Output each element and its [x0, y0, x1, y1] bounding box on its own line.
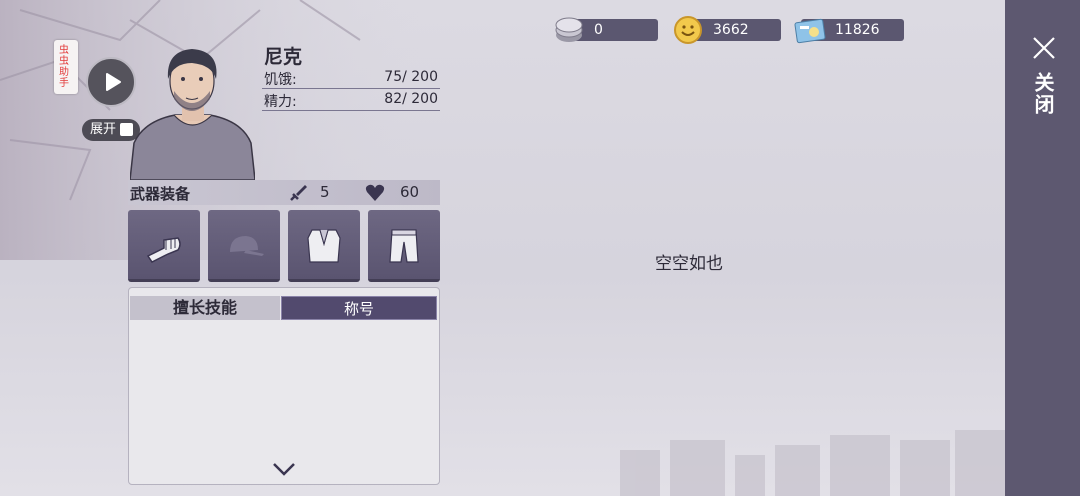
play-button[interactable] — [86, 57, 136, 107]
energy-stat: 精力: 82/ 200 — [262, 90, 440, 111]
health-value: 60 — [400, 183, 420, 201]
body-slot[interactable] — [288, 210, 360, 282]
ticket-value: 11826 — [835, 22, 880, 38]
ticket-icon — [794, 18, 826, 44]
ticket-counter[interactable]: 11826 — [794, 18, 904, 44]
equipment-title: 武器装备 — [130, 185, 191, 203]
equipment-header: 武器装备 5 60 — [128, 180, 440, 205]
silver-coin-icon — [555, 17, 583, 42]
helper-tag[interactable]: 虫虫助手 — [54, 40, 78, 94]
character-portrait — [130, 49, 255, 180]
helper-tag-label: 虫虫助手 — [59, 45, 69, 89]
energy-label: 精力: — [264, 94, 297, 110]
weapon-slot[interactable] — [128, 210, 200, 282]
hunger-label: 饥饿: — [264, 72, 297, 88]
silver-coin-counter[interactable]: 0 — [555, 17, 658, 42]
hunger-stat: 饥饿: 75/ 200 — [262, 68, 440, 89]
tab-skills[interactable]: 擅长技能 — [130, 296, 280, 320]
play-icon — [106, 73, 121, 91]
empty-message: 空空如也 — [655, 254, 723, 274]
chevron-down-icon[interactable] — [271, 460, 297, 478]
vest-icon — [307, 229, 341, 263]
character-name: 尼克 — [264, 46, 303, 68]
shorts-icon — [389, 229, 419, 263]
tab-titles[interactable]: 称号 — [281, 296, 437, 320]
hunger-value: 75/ 200 — [384, 69, 438, 85]
gold-coin-icon — [674, 16, 702, 44]
expand-label: 展开 — [90, 122, 117, 137]
close-button-label[interactable]: 关闭 — [1030, 72, 1058, 116]
legs-slot[interactable] — [368, 210, 440, 282]
gold-coin-counter[interactable]: 3662 — [674, 16, 781, 44]
heart-icon — [365, 184, 385, 201]
attack-value: 5 — [320, 183, 330, 201]
sword-icon — [290, 185, 307, 201]
fist-icon — [146, 237, 181, 263]
gold-coin-value: 3662 — [713, 22, 749, 38]
head-slot[interactable] — [208, 210, 280, 282]
cap-icon — [230, 236, 264, 256]
energy-value: 82/ 200 — [384, 91, 438, 107]
silver-coin-value: 0 — [594, 22, 603, 38]
game-screen: 0 3662 11826 虫虫助手 展开 尼克 饥饿: 75/ 200 精力: … — [0, 0, 1080, 496]
close-icon[interactable] — [1030, 34, 1058, 62]
